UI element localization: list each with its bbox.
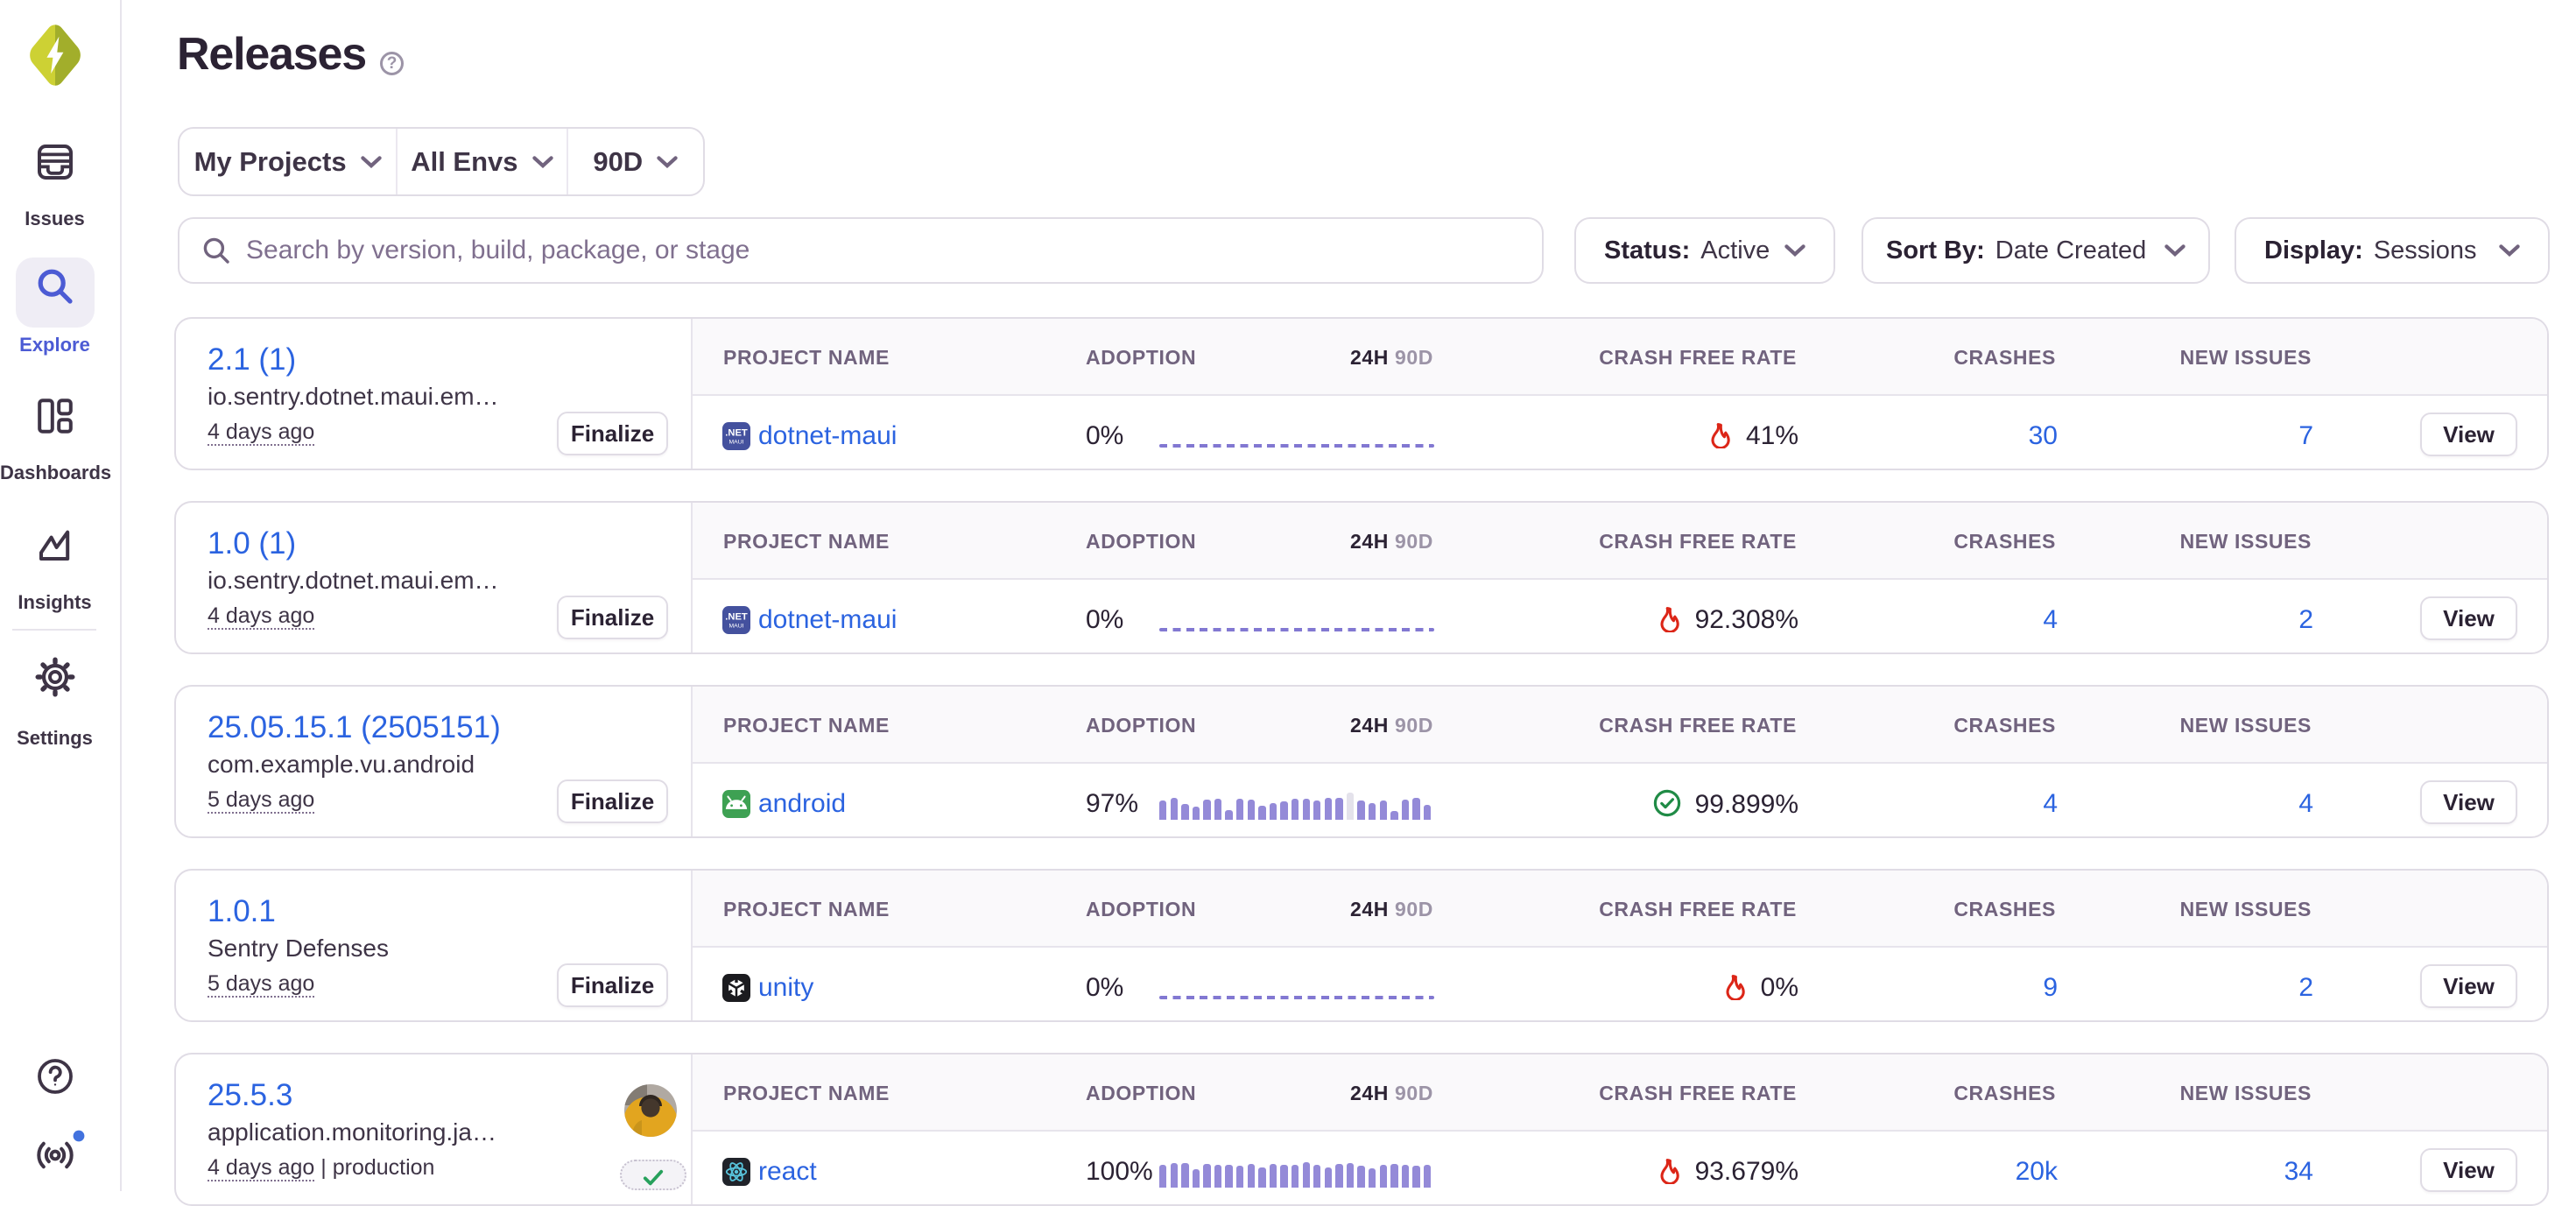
svg-text:.NET: .NET [725,428,748,439]
svg-text:.NET: .NET [725,612,748,623]
svg-text:MAUI: MAUI [729,439,744,445]
svg-text:MAUI: MAUI [729,623,744,629]
